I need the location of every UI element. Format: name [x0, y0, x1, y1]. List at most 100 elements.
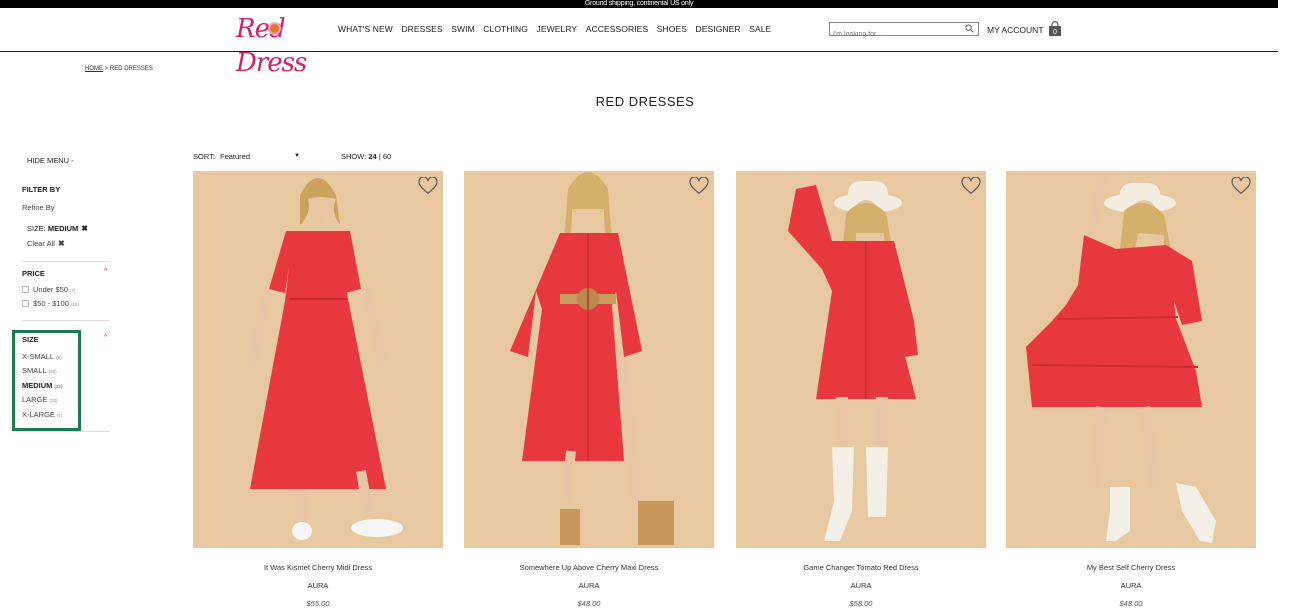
nav-accessories[interactable]: ACCESSORIES	[586, 24, 649, 34]
product-card[interactable]: Game Changer Tomato Red Dress AURA $58.0…	[736, 171, 986, 608]
clear-all-button[interactable]: Clear All ✖	[27, 239, 65, 248]
price-collapse-icon[interactable]: ^	[104, 268, 107, 275]
product-brand: AURA	[578, 581, 600, 590]
search-box	[829, 22, 979, 41]
product-image[interactable]	[1006, 171, 1256, 548]
size-option-x-large[interactable]: X-LARGE (7)	[22, 410, 62, 419]
nav-jewelry[interactable]: JEWELRY	[537, 24, 578, 34]
nav-shoes[interactable]: SHOES	[657, 24, 687, 34]
size-option-small[interactable]: SMALL (20)	[22, 366, 57, 375]
refine-by-label: Refine By	[22, 203, 55, 212]
breadcrumb-separator: >	[104, 66, 109, 72]
size-option-count: (20)	[48, 369, 57, 374]
size-option-count: (20)	[49, 398, 58, 403]
model-illustration	[510, 172, 674, 545]
product-card[interactable]: My Best Self Cherry Dress AURA $48.00	[1006, 171, 1256, 608]
breadcrumb-home[interactable]: HOME	[85, 66, 103, 72]
logo-text: Red Dress	[236, 14, 307, 78]
clear-all-label: Clear All	[27, 239, 55, 248]
model-illustration	[788, 181, 918, 541]
size-option-label: SMALL	[22, 366, 47, 375]
logo-flower-icon	[270, 24, 279, 33]
sort-dropdown-icon[interactable]: ▼	[294, 153, 300, 159]
size-option-label: LARGE	[22, 395, 48, 404]
nav-dresses[interactable]: DRESSES	[401, 24, 442, 34]
price-option-count: (15)	[70, 302, 79, 307]
heart-icon[interactable]	[961, 177, 981, 195]
search-input[interactable]	[830, 28, 958, 41]
active-filter-value: MEDIUM	[47, 224, 79, 233]
model-illustration	[247, 178, 403, 540]
divider	[22, 431, 110, 432]
size-option-large[interactable]: LARGE (20)	[22, 395, 57, 404]
nav-designer[interactable]: DESIGNER	[695, 24, 740, 34]
heart-icon[interactable]	[418, 177, 438, 195]
show-60-option[interactable]: 60	[383, 152, 391, 161]
model-illustration	[1026, 171, 1216, 543]
price-option-under-50[interactable]: Under $50 (7)	[22, 285, 76, 294]
size-option-count: (5)	[56, 355, 62, 360]
show-per-page: SHOW: 24 | 60	[341, 152, 391, 161]
heart-icon[interactable]	[689, 177, 709, 195]
product-brand: AURA	[1120, 581, 1142, 590]
product-card[interactable]: It Was Kismet Cherry Midi Dress AURA $55…	[193, 171, 443, 608]
product-price: $48.00	[1119, 599, 1143, 608]
price-option-50-100[interactable]: $50 - $100 (15)	[22, 299, 79, 308]
product-name[interactable]: Game Changer Tomato Red Dress	[736, 563, 986, 572]
checkbox[interactable]	[22, 286, 29, 293]
active-filter-label: SIZE:	[27, 224, 46, 233]
divider	[22, 320, 110, 321]
checkbox[interactable]	[22, 300, 29, 307]
clear-all-icon: ✖	[57, 239, 65, 248]
product-brand: AURA	[850, 581, 872, 590]
sort-label: SORT:	[193, 152, 215, 161]
site-logo[interactable]: Red Dress	[236, 12, 328, 78]
nav-sale[interactable]: SALE	[749, 24, 771, 34]
search-icon[interactable]	[965, 24, 974, 33]
site-header: Red Dress WHAT'S NEW DRESSES SWIM CLOTHI…	[0, 8, 1278, 78]
product-card[interactable]: Somewhere Up Above Cherry Maxi Dress AUR…	[464, 171, 714, 608]
nav-swim[interactable]: SWIM	[451, 24, 475, 34]
size-option-count: (7)	[56, 413, 63, 418]
product-image[interactable]	[464, 171, 714, 548]
product-name[interactable]: Somewhere Up Above Cherry Maxi Dress	[464, 563, 714, 572]
size-collapse-icon[interactable]: ^	[104, 334, 107, 341]
my-account-link[interactable]: MY ACCOUNT	[987, 25, 1044, 35]
main-nav: WHAT'S NEW DRESSES SWIM CLOTHING JEWELRY…	[338, 24, 780, 34]
size-option-count: (22)	[54, 384, 63, 389]
price-option-count: (7)	[70, 288, 76, 293]
show-separator: |	[378, 152, 381, 161]
product-name[interactable]: It Was Kismet Cherry Midi Dress	[193, 563, 443, 572]
size-option-label: X-LARGE	[22, 410, 55, 419]
shopping-bag-icon[interactable]: 0	[1048, 21, 1062, 36]
active-filter-chip: SIZE: MEDIUM ✖	[27, 224, 88, 233]
size-option-label: X-SMALL	[22, 352, 55, 361]
remove-filter-icon[interactable]: ✖	[81, 224, 88, 233]
price-option-label: Under $50	[33, 285, 69, 294]
breadcrumb-current: RED DRESSES	[109, 66, 153, 72]
bag-count: 0	[1053, 29, 1057, 36]
heart-icon[interactable]	[1231, 177, 1251, 195]
size-section-title[interactable]: SIZE	[22, 335, 39, 344]
nav-whats-new[interactable]: WHAT'S NEW	[338, 24, 393, 34]
size-option-x-small[interactable]: X-SMALL (5)	[22, 352, 62, 361]
filter-by-heading: FILTER BY	[22, 185, 61, 194]
promo-banner: Ground shipping, continental US only	[0, 0, 1278, 8]
hide-menu-button[interactable]: HIDE MENU -	[27, 156, 74, 165]
size-option-label: MEDIUM	[22, 381, 53, 390]
breadcrumb: HOME > RED DRESSES	[85, 66, 153, 72]
nav-clothing[interactable]: CLOTHING	[483, 24, 528, 34]
product-image[interactable]	[736, 171, 986, 548]
sort-select[interactable]: Featured	[220, 152, 250, 161]
product-name[interactable]: My Best Self Cherry Dress	[1006, 563, 1256, 572]
product-price: $48.00	[577, 599, 601, 608]
show-24-option[interactable]: 24	[368, 152, 376, 161]
divider	[22, 261, 110, 262]
product-price: $55.00	[306, 599, 330, 608]
size-option-medium[interactable]: MEDIUM (22)	[22, 381, 62, 390]
price-option-label: $50 - $100	[33, 299, 69, 308]
page-title: RED DRESSES	[595, 94, 695, 109]
price-section-title[interactable]: PRICE	[22, 269, 45, 278]
product-image[interactable]	[193, 171, 443, 548]
product-price: $58.00	[849, 599, 873, 608]
